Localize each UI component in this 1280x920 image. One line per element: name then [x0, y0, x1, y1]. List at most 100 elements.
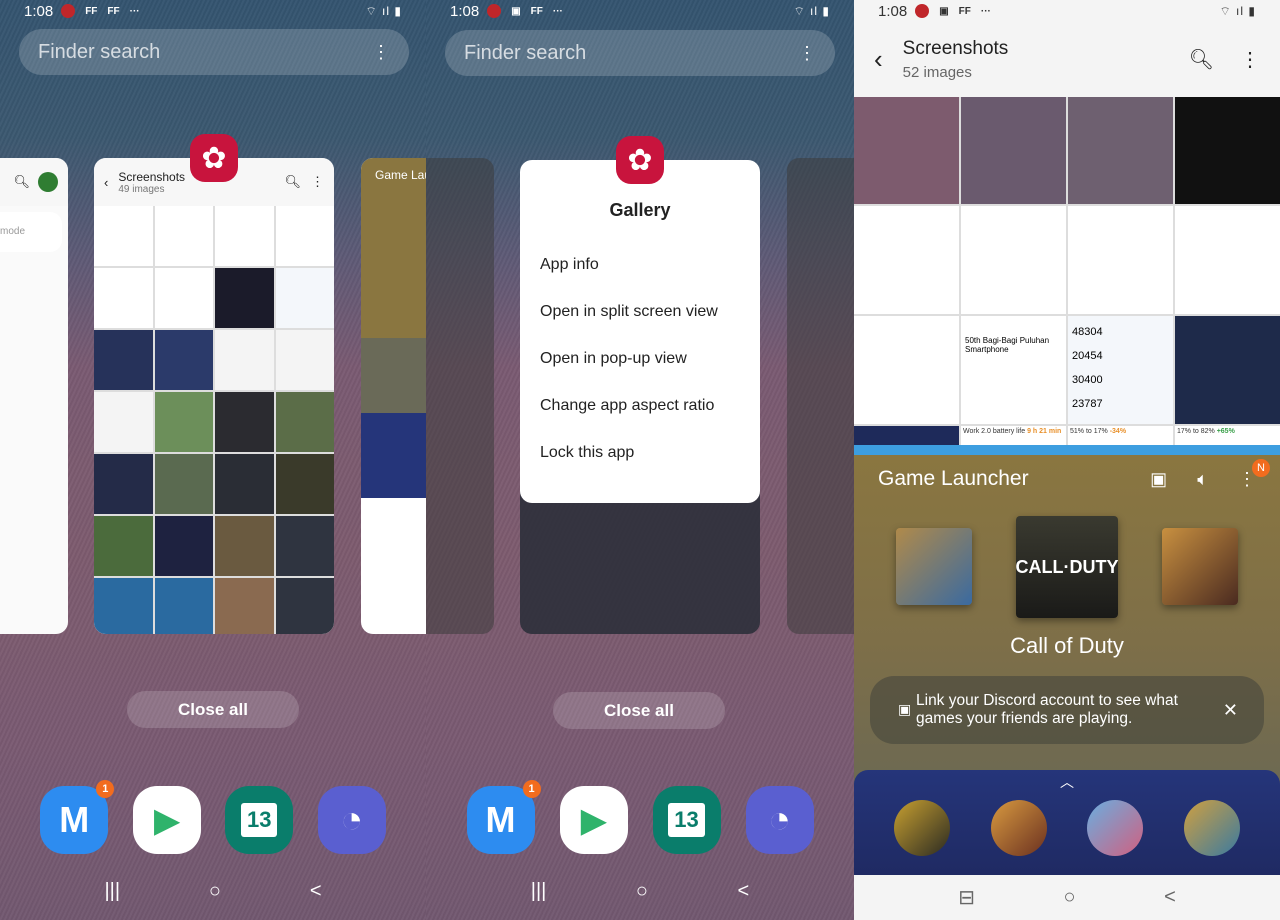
menu-item-aspect-ratio[interactable]: Change app aspect ratio	[520, 382, 760, 429]
menu-item-pop-up-view[interactable]: Open in pop-up view	[520, 335, 760, 382]
thumbnail[interactable]	[854, 97, 959, 204]
discord-icon[interactable]: ▣	[1150, 469, 1167, 490]
navigation-bar: ||| ○ <	[426, 880, 854, 903]
more-options-icon[interactable]: ⋮ N	[1238, 458, 1270, 490]
recent-card-gallery[interactable]: ‹ Screenshots 49 images 🔍︎ ⋮ 3751 1326	[94, 158, 334, 634]
thumbnail[interactable]	[1068, 97, 1173, 204]
new-badge: N	[1252, 458, 1270, 477]
chevron-up-icon[interactable]: ︿	[854, 770, 1280, 792]
card-title: Screenshots	[118, 169, 186, 184]
game-tray: ︿	[854, 770, 1280, 875]
thumbnail[interactable]: 48304 20454 30400 23787	[1068, 316, 1173, 424]
more-options-icon[interactable]: ⋮	[798, 44, 816, 62]
calendar-icon[interactable]: 13	[225, 786, 294, 854]
card-title: Game Lau	[361, 158, 426, 338]
dimmed-card-left	[426, 158, 494, 634]
settings-item: mode	[0, 212, 62, 252]
home-button[interactable]: ○	[209, 880, 221, 903]
more-icon: ⋮	[311, 174, 324, 189]
tray-game-mobile-legends[interactable]	[1183, 800, 1240, 856]
clock: 1:08	[24, 2, 54, 20]
notification-app-icon	[915, 4, 930, 18]
notification-badge: 1	[96, 780, 115, 798]
menu-item-app-info[interactable]: App info	[520, 241, 760, 288]
app-context-menu: Gallery App info Open in split screen vi…	[520, 160, 760, 503]
ff-icon: FF	[530, 5, 543, 17]
search-icon: 🔍︎	[13, 174, 30, 189]
thumbnail[interactable]	[854, 316, 959, 424]
menu-item-lock-app[interactable]: Lock this app	[520, 429, 760, 476]
wifi-signal-battery-icons: ⌔ ıl ▮	[1219, 3, 1256, 18]
split-screen: 1:08 ▣ FF ··· ⌔ ıl ▮ ‹ Screenshots 52 im…	[854, 0, 1280, 920]
thumbnail[interactable]	[854, 206, 959, 314]
album-title: Screenshots	[902, 38, 1009, 59]
navigation-bar: ⊟ ○ <	[854, 875, 1280, 920]
game-mobile-legends[interactable]	[896, 528, 972, 605]
navigation-bar: ||| ○ <	[0, 880, 426, 903]
recents-button[interactable]: ⊟	[958, 885, 975, 910]
tray-game-call-of-duty[interactable]	[894, 800, 951, 856]
game-launcher-title: Game Launcher	[878, 467, 1029, 490]
thumbnail[interactable]: 50th Bagi-Bagi Puluhan Smartphone	[961, 316, 1066, 424]
search-icon[interactable]: 🔍︎	[1189, 47, 1214, 72]
thumbnail[interactable]	[1175, 316, 1280, 424]
dimmed-card-gallery	[520, 480, 760, 634]
game-call-of-duty[interactable]: CALL·DUTY	[1016, 516, 1119, 618]
selected-game-name: Call of Duty	[1010, 633, 1124, 658]
recents-button[interactable]: |||	[104, 880, 120, 903]
thumbnail[interactable]	[1068, 206, 1173, 314]
tray-game-arena-of-valor[interactable]	[1087, 800, 1144, 856]
finder-search-bar[interactable]: Finder search ⋮	[445, 30, 835, 76]
clock: 1:08	[878, 2, 908, 20]
recents-button[interactable]: |||	[531, 880, 547, 903]
recent-card-game-launcher[interactable]: Game Lau	[361, 158, 426, 634]
clock-icon[interactable]: ◔	[745, 786, 814, 854]
menu-item-split-screen[interactable]: Open in split screen view	[520, 288, 760, 335]
search-placeholder: Finder search	[38, 40, 161, 63]
image-icon: ▣	[511, 5, 521, 17]
samsung-members-icon[interactable]: M1	[466, 780, 541, 854]
play-store-icon[interactable]: ▶	[559, 786, 628, 854]
more-notifications-icon: ···	[129, 5, 140, 17]
more-options-icon[interactable]: ⋮	[1240, 47, 1260, 72]
home-button[interactable]: ○	[1063, 886, 1075, 909]
notification-app-icon	[61, 4, 76, 18]
finder-search-bar[interactable]: Finder search ⋮	[19, 29, 409, 75]
back-icon[interactable]: ‹	[874, 44, 883, 75]
discord-link-banner[interactable]: ▣ Link your Discord account to see what …	[870, 676, 1264, 744]
tray-game-free-fire[interactable]	[990, 800, 1047, 856]
close-all-button[interactable]: Close all	[553, 692, 725, 729]
samsung-members-icon[interactable]: M1	[40, 780, 115, 854]
game-free-fire[interactable]	[1162, 528, 1238, 605]
gallery-app-icon[interactable]: ✿	[190, 134, 238, 182]
back-button[interactable]: <	[738, 880, 750, 903]
discord-message: Link your Discord account to see what ga…	[916, 692, 1178, 727]
close-all-button[interactable]: Close all	[127, 691, 299, 728]
thumbnail[interactable]	[1175, 206, 1280, 314]
search-icon: 🔍︎	[284, 174, 301, 189]
more-options-icon[interactable]: ⋮	[372, 43, 390, 61]
calendar-icon[interactable]: 13	[652, 786, 721, 854]
gallery-app-icon: ✿	[616, 136, 664, 184]
thumbnail[interactable]	[1175, 97, 1280, 204]
split-divider-handle[interactable]	[854, 445, 1280, 455]
recent-card-settings[interactable]: 🔍︎ mode	[0, 158, 68, 634]
ff-icon: FF	[958, 5, 971, 17]
clock-icon[interactable]: ◔	[317, 786, 386, 854]
play-store-icon[interactable]: ▶	[132, 786, 201, 854]
thumbnail[interactable]	[961, 206, 1066, 314]
wifi-signal-battery-icons: ⌔ ıl ▮	[793, 3, 830, 18]
notification-app-icon	[487, 4, 502, 18]
volume-icon[interactable]: 🔈︎	[1197, 469, 1208, 490]
close-icon[interactable]: ✕	[1223, 701, 1238, 719]
home-button[interactable]: ○	[636, 880, 648, 903]
discord-icon: ▣	[898, 701, 912, 717]
back-button[interactable]: <	[310, 880, 322, 903]
back-button[interactable]: <	[1164, 886, 1176, 909]
album-count: 52 images	[902, 64, 972, 81]
thumbnail[interactable]	[961, 97, 1066, 204]
thumbnail-grid	[94, 206, 334, 634]
notification-badge: 1	[522, 780, 541, 798]
more-notifications-icon: ···	[552, 5, 563, 17]
dock: M1 ▶ 13 ◔	[0, 780, 426, 854]
